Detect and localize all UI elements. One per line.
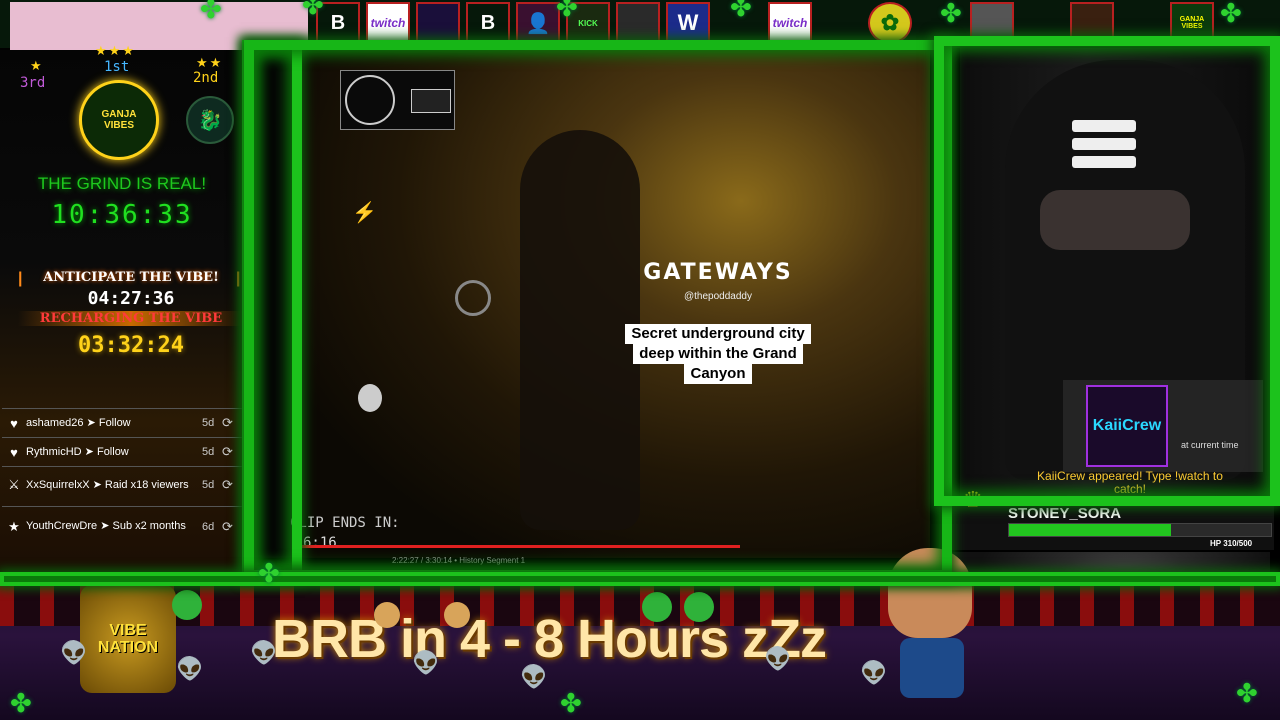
frame-video [244,40,952,580]
leaf-icon: ✤ [560,688,582,718]
game-art-icon [416,2,460,44]
first-rank-label: 1st [104,59,130,75]
frame-cam [934,36,1280,506]
anticipate-timer: 04:27:36 [87,288,175,309]
watermelon-icon [642,592,672,622]
leaf-icon: ✤ [10,688,32,718]
brb-message: BRB in 4 - 8 Hours zZz [272,609,827,669]
replay-icon[interactable]: ⟳ [222,519,242,535]
anticipate-label: ANTICIPATE THE VIBE! [43,270,219,285]
heart-icon: ♥ [10,444,18,460]
alien-icon: 👽 [860,660,888,685]
first-place-medal: GANJA VIBES [79,80,159,160]
star-icon: ★ [8,518,20,534]
second-place-avatar: 🐉 [186,96,234,144]
twitch-logo: twitch [768,2,812,44]
replay-icon[interactable]: ⟳ [222,477,242,493]
bar-right: | [236,270,241,287]
alien-icon: 👽 [520,664,548,689]
alien-icon: 👽 [250,640,278,665]
event-action: Follow [96,445,129,458]
event-row: ★ YouthCrewDre ➤ Sub x2 months 6d ⟳ [2,506,242,546]
leaf-icon: ✤ [730,0,752,22]
event-action: Raid x18 viewers [104,478,189,491]
event-ago: 5d [202,446,215,458]
grind-label: THE GRIND IS REAL! [37,174,207,193]
hp-text: HP 310/500 [1210,539,1253,548]
hp-fill [1009,524,1172,536]
hp-bar [1008,523,1272,537]
recharging-timer: 03:32:24 [78,333,184,358]
cookie-icon [444,602,470,628]
first-stars-icon: ★★★ [95,43,136,58]
replay-icon[interactable]: ⟳ [222,444,242,460]
cookie-icon [374,602,400,628]
w-icon: W [666,2,710,44]
player-name: STONEY_SORA [1008,505,1122,522]
watermelon-icon [172,590,202,620]
frame-bottom [0,572,1280,586]
event-user: ashamed26 [26,416,84,429]
recharging-label: RECHARGING THE VIBE [18,311,244,326]
second-stars-icon: ★★ [196,55,224,70]
leaf-icon: ✤ [302,0,324,20]
heart-icon: ♥ [10,415,18,431]
event-action: Follow [98,416,131,429]
leaf-icon: ✤ [1220,0,1242,28]
event-ago: 6d [202,520,215,533]
event-row: ⚔ XxSquirrelxX ➤ Raid x18 viewers 5d ⟳ [2,466,242,503]
alien-icon: 👽 [176,656,204,681]
raid-icon: ⚔ [8,477,20,492]
vibe-nation-logo: VIBE NATION [80,585,176,693]
event-row: ♥ RythmicHD ➤ Follow 5d ⟳ [2,437,242,466]
event-user: XxSquirrelxX [26,478,90,491]
event-ago: 5d [202,479,215,491]
third-rank-label: 3rd [20,75,46,91]
grind-timer: 10:36:33 [51,200,193,230]
event-ago: 5d [202,417,215,429]
event-row: ♥ ashamed26 ➤ Follow 5d ⟳ [2,408,242,437]
leaf-icon: ✤ [940,0,962,28]
third-star-icon: ★ [30,58,42,73]
watermelon-icon [684,592,714,622]
person-icon: 👤 [516,2,560,44]
leaf-icon: ✤ [200,0,222,24]
leaf-icon: ✤ [556,0,578,22]
leaf-icon: ✤ [258,558,280,588]
alien-icon: 👽 [412,650,440,675]
bar-left: | [18,270,23,287]
twitch-logo: twitch [366,2,410,44]
event-user: YouthCrewDre [26,520,98,532]
alien-icon: 👽 [764,646,792,671]
alien-icon: 👽 [60,640,88,665]
event-user: RythmicHD [26,445,82,458]
b-icon: B [466,2,510,44]
leaf-badge-icon: ✿ [868,2,912,44]
avatar-shirt [900,638,964,698]
event-action: Sub x2 months [112,520,186,532]
leaf-icon: ✤ [1236,678,1258,708]
second-rank-label: 2nd [193,70,219,86]
replay-icon[interactable]: ⟳ [222,415,242,431]
avatar-icon [616,2,660,44]
